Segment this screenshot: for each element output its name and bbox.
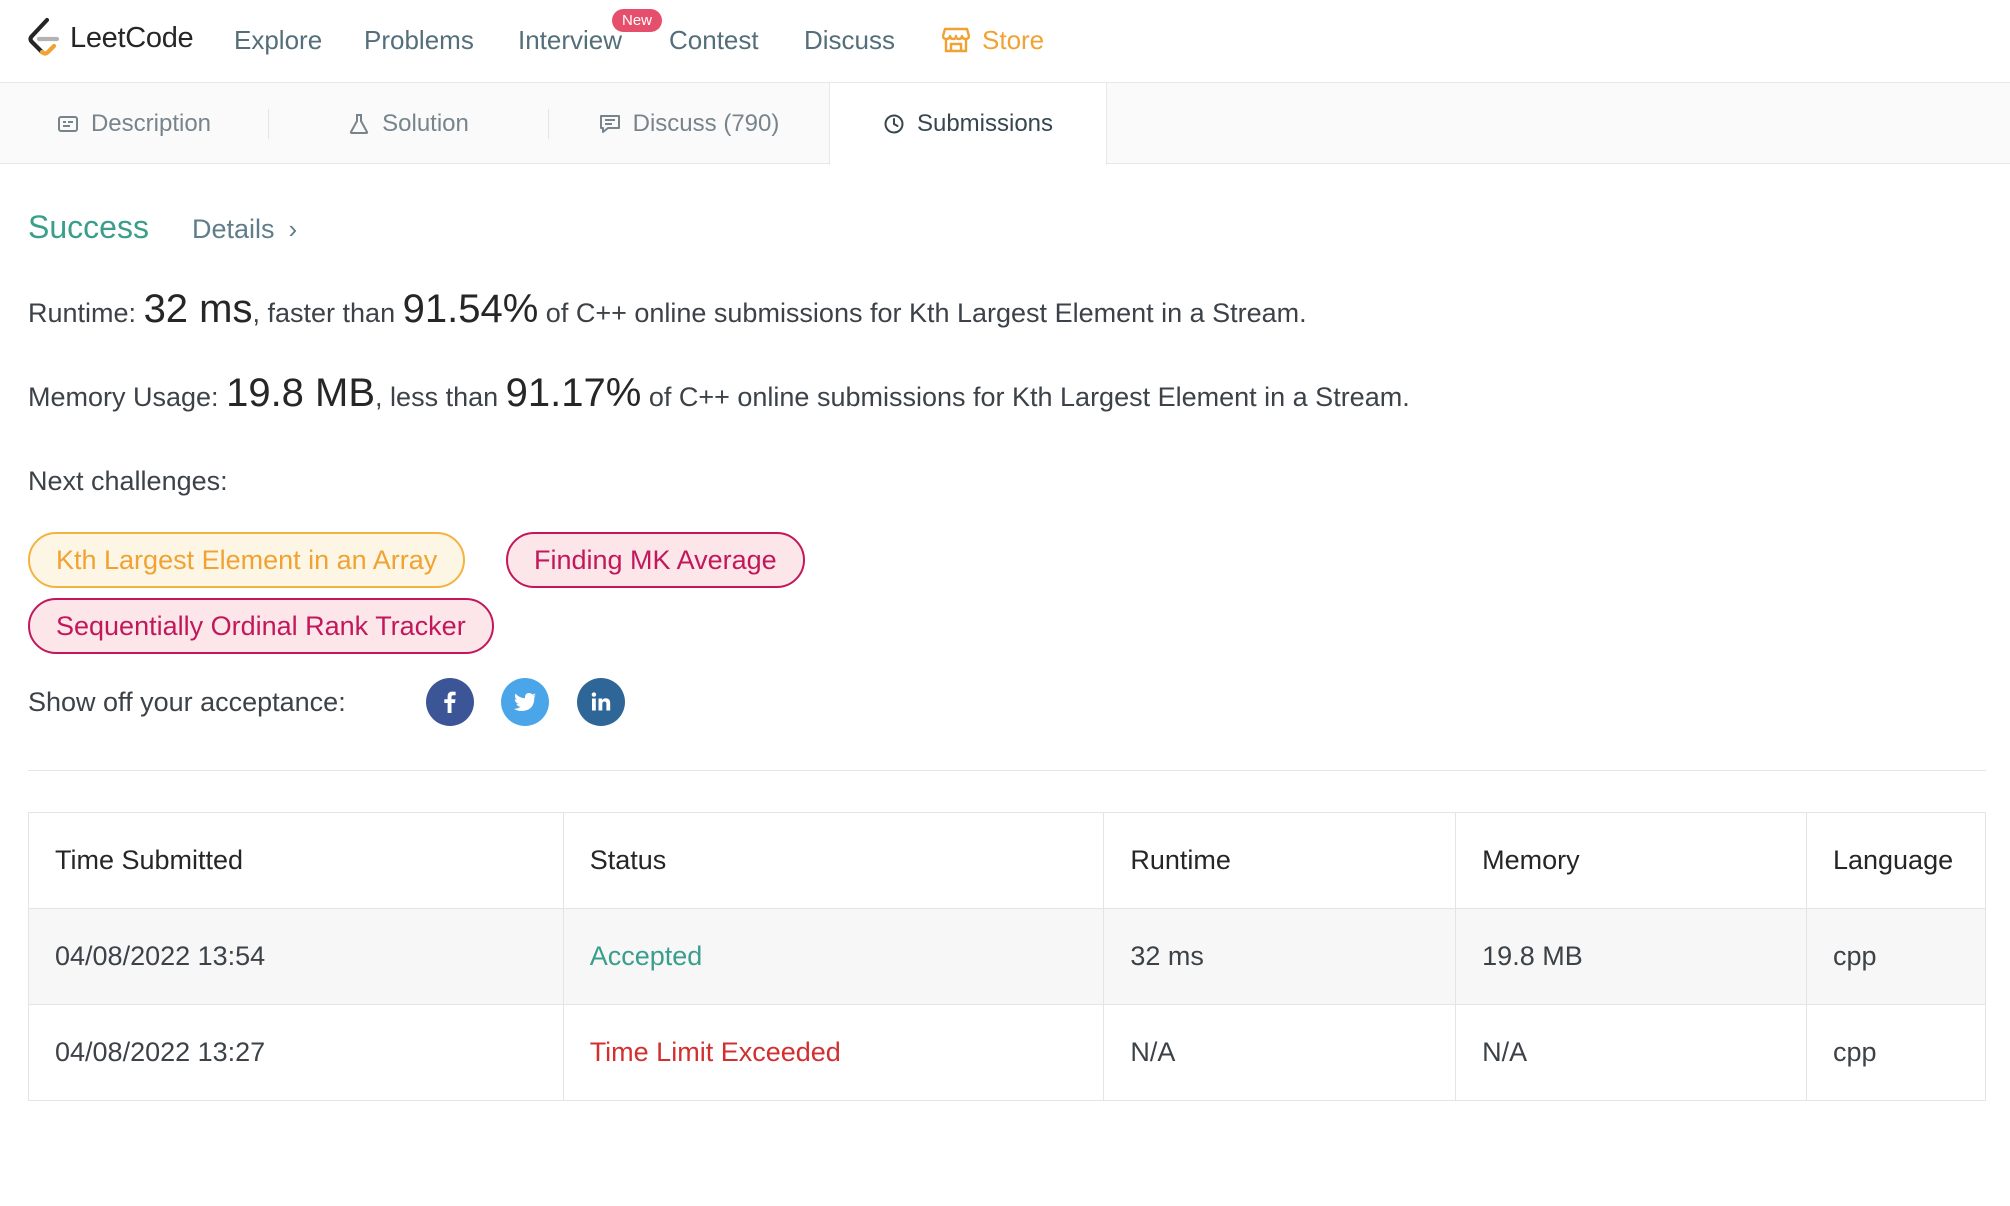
cell-language: cpp bbox=[1805, 908, 1987, 1005]
runtime-label: Runtime: bbox=[28, 298, 137, 328]
tab-description[interactable]: Description bbox=[0, 83, 268, 164]
status-link[interactable]: Time Limit Exceeded bbox=[590, 1037, 841, 1067]
nav-explore[interactable]: Explore bbox=[234, 23, 322, 57]
column-header-memory: Memory bbox=[1455, 812, 1807, 909]
leetcode-logo[interactable]: LeetCode bbox=[26, 16, 194, 60]
share-label: Show off your acceptance: bbox=[28, 687, 346, 717]
cell-memory: N/A bbox=[1455, 1004, 1807, 1101]
nav-interview[interactable]: Interview bbox=[518, 23, 622, 57]
runtime-stat: Runtime: 32 ms, faster than 91.54% of C+… bbox=[28, 287, 1307, 332]
nav-problems[interactable]: Problems bbox=[364, 23, 474, 57]
status-link[interactable]: Accepted bbox=[590, 941, 703, 971]
flask-icon bbox=[350, 113, 369, 134]
table-header-row: Time Submitted Status Runtime Memory Lan… bbox=[28, 812, 1987, 909]
tab-solution[interactable]: Solution bbox=[269, 83, 548, 164]
linkedin-share-button[interactable] bbox=[577, 678, 625, 726]
nav-store[interactable]: Store bbox=[942, 23, 1044, 57]
nav-store-label: Store bbox=[982, 25, 1045, 55]
cell-memory: 19.8 MB bbox=[1455, 908, 1807, 1005]
challenge-pill-hard[interactable]: Sequentially Ordinal Rank Tracker bbox=[28, 598, 494, 654]
table-row[interactable]: 04/08/2022 13:54 Accepted 32 ms 19.8 MB … bbox=[28, 908, 1987, 1005]
cell-time: 04/08/2022 13:27 bbox=[28, 1004, 564, 1101]
details-link[interactable]: Details › bbox=[192, 214, 297, 245]
memory-comparison: , less than bbox=[375, 382, 499, 412]
challenge-pill-hard[interactable]: Finding MK Average bbox=[506, 532, 805, 588]
details-label: Details bbox=[192, 214, 275, 244]
column-header-status: Status bbox=[562, 812, 1105, 909]
nav-discuss[interactable]: Discuss bbox=[804, 23, 895, 57]
comment-icon bbox=[599, 114, 620, 133]
clock-icon bbox=[884, 114, 904, 134]
runtime-suffix: of C++ online submissions for Kth Larges… bbox=[545, 298, 1307, 328]
column-header-time: Time Submitted bbox=[28, 812, 564, 909]
linkedin-icon bbox=[591, 692, 611, 711]
chevron-right-icon: › bbox=[288, 214, 298, 244]
memory-percent: 91.17% bbox=[505, 371, 642, 415]
problem-tabs: Description Solution Discuss (790) Submi… bbox=[0, 83, 2010, 165]
cell-language: cpp bbox=[1805, 1004, 1987, 1101]
twitter-icon bbox=[513, 693, 536, 711]
cell-time: 04/08/2022 13:54 bbox=[28, 908, 564, 1005]
challenge-pill-medium[interactable]: Kth Largest Element in an Array bbox=[28, 532, 466, 588]
memory-stat: Memory Usage: 19.8 MB, less than 91.17% … bbox=[28, 371, 1410, 416]
memory-suffix: of C++ online submissions for Kth Larges… bbox=[648, 382, 1410, 412]
section-divider bbox=[28, 770, 1986, 771]
tab-submissions[interactable]: Submissions bbox=[829, 83, 1107, 165]
cell-status: Time Limit Exceeded bbox=[562, 1004, 1105, 1101]
memory-value: 19.8 MB bbox=[226, 371, 376, 415]
cell-runtime: N/A bbox=[1103, 1004, 1457, 1101]
leetcode-logo-icon bbox=[28, 17, 60, 56]
top-navigation-bar: LeetCode Explore Problems Interview New … bbox=[0, 0, 2010, 83]
store-icon bbox=[942, 27, 970, 53]
runtime-value: 32 ms bbox=[143, 287, 253, 331]
facebook-share-button[interactable] bbox=[426, 678, 474, 726]
cell-runtime: 32 ms bbox=[1103, 908, 1457, 1005]
submission-status: Success bbox=[28, 209, 149, 245]
twitter-share-button[interactable] bbox=[501, 678, 549, 726]
runtime-comparison: , faster than bbox=[252, 298, 396, 328]
runtime-percent: 91.54% bbox=[402, 287, 539, 331]
new-badge: New bbox=[612, 9, 663, 32]
logo-text: LeetCode bbox=[70, 21, 194, 54]
column-header-language: Language bbox=[1805, 812, 1987, 909]
facebook-icon bbox=[444, 691, 456, 713]
memory-label: Memory Usage: bbox=[28, 382, 219, 412]
cell-status: Accepted bbox=[562, 908, 1105, 1005]
column-header-runtime: Runtime bbox=[1103, 812, 1457, 909]
next-challenges-label: Next challenges: bbox=[28, 466, 228, 496]
description-icon bbox=[57, 115, 78, 132]
tab-discuss[interactable]: Discuss (790) bbox=[549, 83, 829, 164]
submissions-table: Time Submitted Status Runtime Memory Lan… bbox=[28, 812, 1987, 1101]
nav-contest[interactable]: Contest bbox=[669, 23, 759, 57]
table-row[interactable]: 04/08/2022 13:27 Time Limit Exceeded N/A… bbox=[28, 1004, 1987, 1101]
